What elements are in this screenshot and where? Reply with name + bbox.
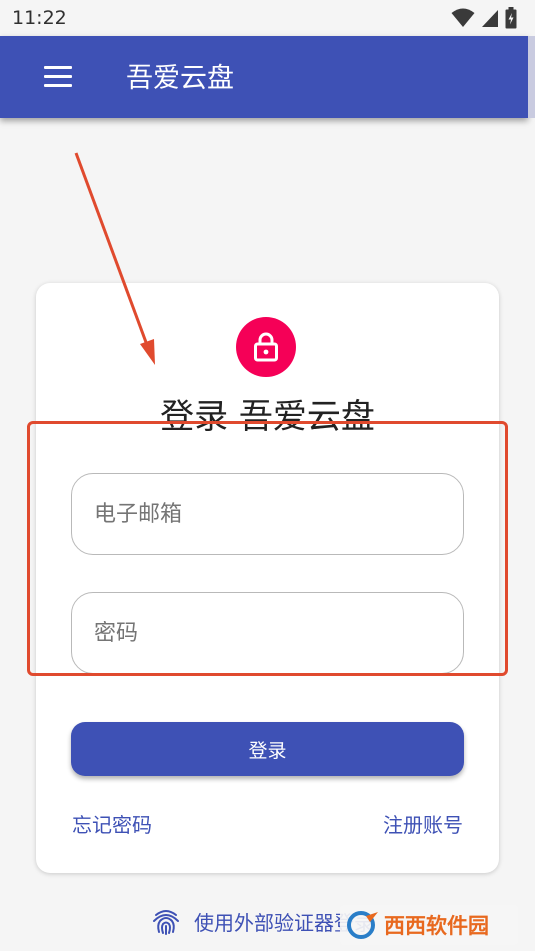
app-title: 吾爱云盘 — [126, 63, 234, 94]
battery-icon — [505, 7, 517, 29]
watermark-brand: 西西软件园 — [384, 914, 489, 938]
login-card: 登录 吾爱云盘 登录 忘记密码 注册账号 — [36, 283, 499, 873]
email-field[interactable] — [71, 473, 464, 555]
signal-icon — [482, 10, 498, 27]
password-field[interactable] — [71, 592, 464, 674]
fingerprint-icon — [153, 910, 179, 935]
menu-icon[interactable] — [44, 66, 74, 88]
app-bar: 吾爱云盘 — [0, 36, 528, 118]
scroll-edge — [528, 36, 535, 118]
password-input[interactable] — [94, 620, 463, 646]
watermark-logo: 西西软件园 — [340, 905, 518, 945]
login-button[interactable]: 登录 — [71, 722, 464, 776]
wifi-icon — [451, 8, 475, 27]
forgot-password-link[interactable]: 忘记密码 — [72, 809, 152, 838]
status-bar: 11:22 — [0, 0, 535, 36]
card-title: 登录 吾爱云盘 — [160, 397, 375, 437]
watermark-logo-icon — [347, 911, 378, 939]
status-icons — [451, 7, 517, 29]
email-input[interactable] — [94, 501, 463, 527]
lock-avatar — [236, 317, 296, 377]
lock-icon — [254, 332, 278, 362]
register-link[interactable]: 注册账号 — [383, 809, 463, 838]
status-time: 11:22 — [12, 7, 67, 29]
